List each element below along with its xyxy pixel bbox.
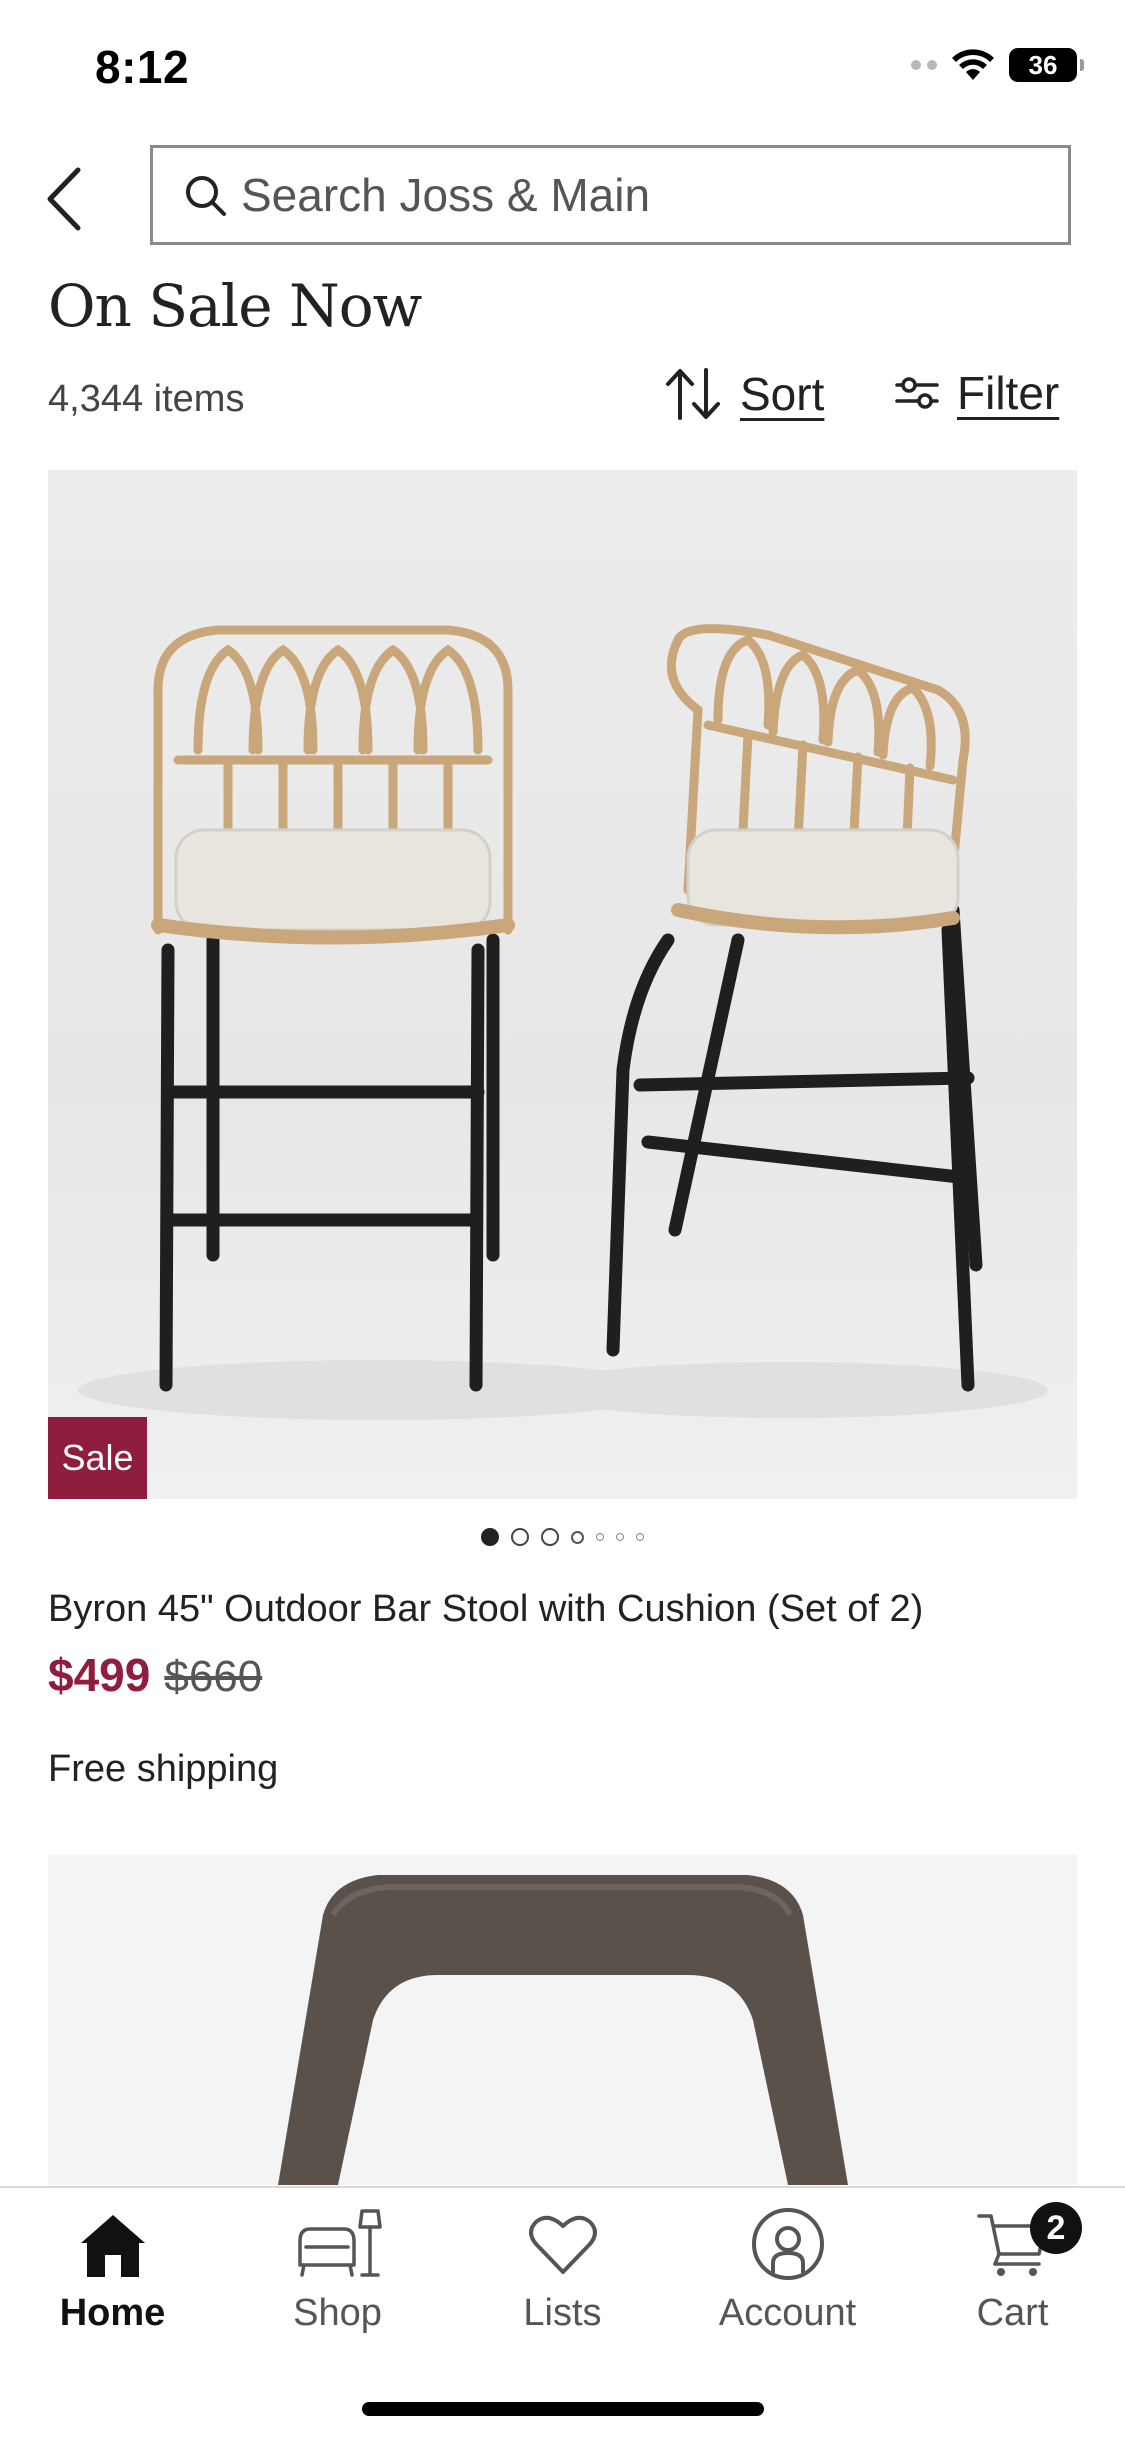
account-icon	[751, 2208, 824, 2280]
carousel-dot[interactable]	[571, 1530, 584, 1544]
sort-label: Sort	[740, 368, 825, 420]
product-card[interactable]: Sale Byron 45" Outdoor Bar Stool with Cu…	[48, 470, 1077, 1790]
tab-account[interactable]: Account	[675, 2188, 900, 2358]
sort-button[interactable]: Sort	[664, 366, 824, 422]
carousel-dot[interactable]	[616, 1533, 624, 1541]
price-row: $499 $660	[48, 1648, 262, 1702]
shop-icon	[297, 2209, 382, 2277]
tab-shop[interactable]: Shop	[225, 2188, 450, 2358]
original-price: $660	[164, 1652, 263, 1701]
product-name[interactable]: Byron 45" Outdoor Bar Stool with Cushion…	[48, 1588, 923, 1631]
carousel-dot[interactable]	[541, 1528, 559, 1546]
search-icon	[186, 176, 226, 216]
tab-label-home: Home	[59, 2292, 166, 2334]
carousel-dot[interactable]	[596, 1533, 604, 1541]
status-icons: 36	[911, 48, 1084, 82]
wooden-chair-image	[278, 1875, 848, 2185]
tab-label-account: Account	[718, 2292, 857, 2334]
heart-icon	[528, 2215, 597, 2274]
home-indicator	[362, 2402, 764, 2416]
cart-count-badge: 2	[1030, 2202, 1082, 2254]
header	[0, 140, 1125, 258]
tab-label-cart: Cart	[976, 2292, 1049, 2334]
wifi-icon	[952, 49, 994, 80]
product-image[interactable]	[48, 1855, 1077, 2185]
chevron-left-icon	[47, 167, 81, 231]
filter-sliders-icon	[895, 377, 939, 409]
tab-bar: Home Shop Lists Account Cart 2	[0, 2186, 1125, 2438]
status-time: 8:12	[95, 41, 190, 93]
search-bar[interactable]	[150, 145, 1071, 245]
carousel-dot[interactable]	[511, 1528, 529, 1546]
filter-button[interactable]: Filter	[895, 366, 1059, 420]
product-image[interactable]: Sale	[48, 470, 1077, 1499]
status-bar: 8:12 36	[0, 0, 1125, 130]
bar-stools-image	[78, 624, 1048, 1420]
back-button[interactable]	[36, 162, 92, 236]
tab-label-lists: Lists	[523, 2292, 602, 2334]
tab-lists[interactable]: Lists	[450, 2188, 675, 2358]
cellular-signal-icon	[911, 60, 937, 70]
battery-icon: 36	[1009, 48, 1084, 82]
carousel-dot[interactable]	[636, 1533, 644, 1541]
home-icon	[80, 2215, 145, 2277]
shipping-info: Free shipping	[48, 1748, 279, 1790]
tab-label-shop: Shop	[293, 2292, 382, 2334]
sort-arrows-icon	[666, 368, 720, 420]
tab-home[interactable]: Home	[0, 2188, 225, 2358]
page-title: On Sale Now	[48, 272, 422, 340]
filter-label: Filter	[957, 367, 1060, 419]
image-carousel-dots[interactable]	[48, 1528, 1077, 1546]
tab-cart[interactable]: Cart 2	[900, 2188, 1125, 2358]
sale-price: $499	[48, 1649, 151, 1701]
sale-badge: Sale	[48, 1417, 147, 1499]
item-count: 4,344 items	[48, 378, 245, 420]
carousel-dot[interactable]	[481, 1528, 499, 1546]
search-input[interactable]	[239, 167, 1043, 223]
